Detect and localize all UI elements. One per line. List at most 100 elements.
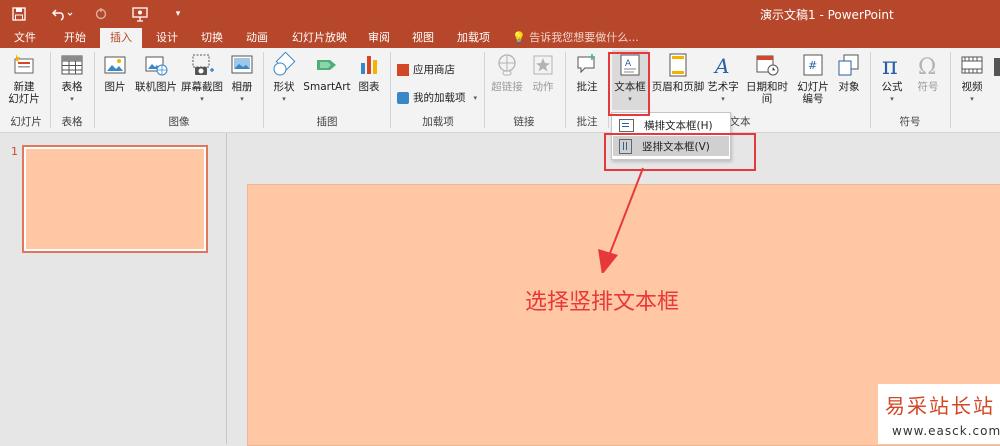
svg-text:π: π bbox=[882, 52, 898, 78]
video-button[interactable]: 视频 ▾ bbox=[956, 52, 988, 105]
online-picture-icon bbox=[143, 52, 169, 78]
chevron-down-icon: ▾ bbox=[473, 93, 478, 102]
comment-button[interactable]: 批注 bbox=[572, 52, 602, 93]
equation-label: 公式 bbox=[881, 81, 903, 93]
tab-transitions[interactable]: 切换 bbox=[191, 28, 233, 48]
group-links: 链接 bbox=[513, 116, 535, 128]
instruction-text: 选择竖排文本框 bbox=[525, 290, 680, 315]
separator bbox=[950, 52, 951, 128]
highlight-vertical-textbox bbox=[604, 133, 756, 171]
separator bbox=[484, 52, 485, 128]
highlight-textbox-button bbox=[608, 52, 650, 116]
chevron-down-icon: ▾ bbox=[890, 95, 894, 103]
tab-file[interactable]: 文件 bbox=[4, 28, 46, 48]
watermark-title: 易采站长站 bbox=[885, 394, 995, 418]
chart-button[interactable]: 图表 bbox=[354, 52, 384, 93]
video-label: 视频 bbox=[961, 81, 983, 93]
lightbulb-icon: 💡 bbox=[512, 31, 526, 44]
slide-number-icon: # bbox=[800, 52, 826, 78]
tab-insert[interactable]: 插入 bbox=[100, 28, 142, 48]
table-label: 表格 bbox=[61, 81, 83, 93]
action-button[interactable]: 动作 bbox=[528, 52, 558, 93]
title-bar: ▾ 演示文稿1 - PowerPoint bbox=[0, 0, 1000, 28]
tab-addins[interactable]: 加载项 bbox=[447, 28, 500, 48]
present-icon[interactable] bbox=[128, 0, 152, 28]
comment-icon bbox=[574, 52, 600, 78]
pi-icon: π bbox=[879, 52, 905, 78]
picture-icon bbox=[102, 52, 128, 78]
group-symbols: 符号 bbox=[899, 116, 921, 128]
store-icon bbox=[397, 63, 409, 76]
store-label: 应用商店 bbox=[413, 64, 455, 76]
header-footer-icon bbox=[665, 52, 691, 78]
horizontal-textbox-label: 横排文本框(H) bbox=[644, 119, 713, 132]
slide-thumbnail-number: 1 bbox=[11, 145, 18, 158]
group-addins: 加载项 bbox=[422, 116, 454, 128]
menu-item-horizontal-textbox[interactable]: 横排文本框(H) bbox=[613, 115, 729, 135]
tab-home[interactable]: 开始 bbox=[54, 28, 96, 48]
smartart-icon bbox=[314, 52, 340, 78]
header-footer-label: 页眉和页脚 bbox=[651, 81, 705, 93]
tab-animations[interactable]: 动画 bbox=[236, 28, 278, 48]
smartart-button[interactable]: SmartArt bbox=[303, 52, 351, 93]
slide-thumbnail-preview bbox=[26, 149, 204, 249]
table-button[interactable]: 表格 ▾ bbox=[55, 52, 89, 105]
tab-review[interactable]: 审阅 bbox=[358, 28, 400, 48]
undo-icon[interactable] bbox=[48, 0, 78, 28]
wordart-button[interactable]: A 艺术字 ▾ bbox=[706, 52, 740, 105]
globe-link-icon bbox=[494, 52, 520, 78]
chevron-down-icon: ▾ bbox=[970, 95, 974, 103]
shapes-icon bbox=[271, 52, 297, 78]
table-icon bbox=[59, 52, 85, 78]
separator bbox=[263, 52, 264, 128]
my-addins-label: 我的加载项 bbox=[413, 92, 466, 104]
slide-number-label: 幻灯片 编号 bbox=[797, 81, 829, 105]
picture-button[interactable]: 图片 bbox=[100, 52, 130, 93]
new-slide-button[interactable]: 新建 幻灯片 bbox=[4, 52, 44, 105]
separator bbox=[390, 52, 391, 128]
tab-view[interactable]: 视图 bbox=[402, 28, 444, 48]
calendar-clock-icon bbox=[754, 52, 780, 78]
wordart-label: 艺术字 bbox=[707, 81, 739, 93]
object-icon bbox=[836, 52, 862, 78]
svg-text:Ω: Ω bbox=[918, 55, 936, 78]
addins-icon bbox=[397, 91, 409, 104]
site-watermark: 易采站长站 www.easck.com bbox=[878, 384, 1000, 444]
arrow-annotation bbox=[598, 167, 644, 273]
shapes-button[interactable]: 形状 ▾ bbox=[268, 52, 300, 105]
symbol-label: 符号 bbox=[917, 81, 939, 93]
online-picture-button[interactable]: 联机图片 bbox=[134, 52, 178, 93]
hyperlink-label: 超链接 bbox=[491, 81, 523, 93]
customize-icon[interactable]: ▾ bbox=[170, 0, 186, 28]
slide-thumbnail[interactable] bbox=[22, 145, 208, 253]
store-button[interactable]: 应用商店 bbox=[397, 62, 455, 77]
tell-me-text: 告诉我您想要做什么... bbox=[529, 31, 639, 44]
ribbon-tabs: 文件 开始 插入 设计 切换 动画 幻灯片放映 审阅 视图 加载项 💡 告诉我您… bbox=[0, 28, 1000, 48]
tell-me-search[interactable]: 💡 告诉我您想要做什么... bbox=[512, 28, 639, 48]
group-tables: 表格 bbox=[61, 116, 83, 128]
album-button[interactable]: 相册 ▾ bbox=[226, 52, 258, 105]
equation-button[interactable]: π 公式 ▾ bbox=[876, 52, 908, 105]
tab-design[interactable]: 设计 bbox=[146, 28, 188, 48]
header-footer-button[interactable]: 页眉和页脚 bbox=[650, 52, 706, 93]
object-label: 对象 bbox=[838, 81, 860, 93]
chevron-down-icon: ▾ bbox=[721, 95, 725, 103]
tab-slideshow[interactable]: 幻灯片放映 bbox=[282, 28, 357, 48]
separator bbox=[565, 52, 566, 128]
save-icon[interactable] bbox=[8, 0, 30, 28]
my-addins-button[interactable]: 我的加载项 ▾ bbox=[397, 90, 477, 105]
screenshot-icon bbox=[189, 52, 215, 78]
redo-icon[interactable] bbox=[90, 0, 112, 28]
datetime-button[interactable]: 日期和时间 bbox=[741, 52, 793, 105]
slide-number-button[interactable]: # 幻灯片 编号 bbox=[796, 52, 830, 105]
chart-icon bbox=[356, 52, 382, 78]
symbol-button[interactable]: Ω 符号 bbox=[912, 52, 944, 93]
chevron-down-icon: ▾ bbox=[70, 95, 74, 103]
hyperlink-button[interactable]: 超链接 bbox=[488, 52, 526, 93]
object-button[interactable]: 对象 bbox=[834, 52, 864, 93]
album-label: 相册 bbox=[231, 81, 253, 93]
group-comments: 批注 bbox=[576, 116, 598, 128]
audio-icon[interactable] bbox=[994, 58, 1000, 76]
action-label: 动作 bbox=[532, 81, 554, 93]
screenshot-button[interactable]: 屏幕截图 ▾ bbox=[180, 52, 224, 105]
